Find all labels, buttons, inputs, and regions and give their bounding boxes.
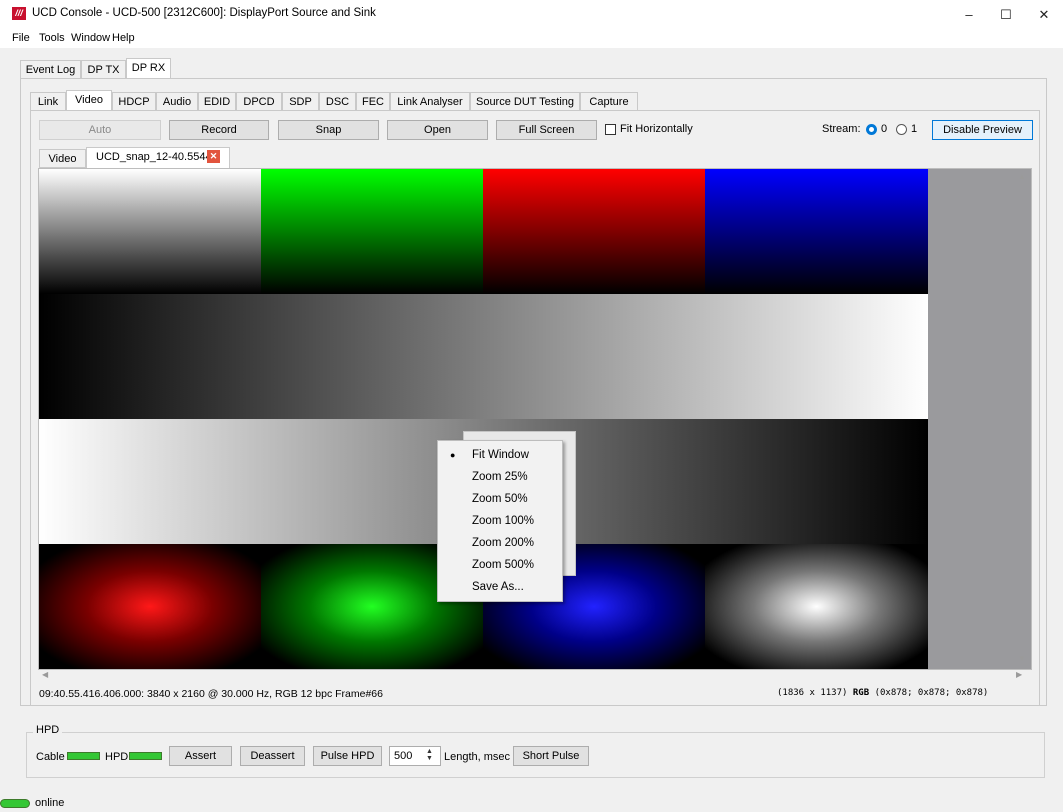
tab-dpcd[interactable]: DPCD: [236, 92, 282, 111]
tab-source-dut-testing[interactable]: Source DUT Testing: [470, 92, 580, 111]
fit-horizontally-checkbox[interactable]: [605, 124, 616, 135]
menu-zoom-200[interactable]: Zoom 200%: [438, 532, 562, 554]
online-indicator-icon: [0, 799, 30, 808]
tab-fec[interactable]: FEC: [356, 92, 390, 111]
app-logo-icon: ///: [12, 7, 26, 20]
snap-button[interactable]: Snap: [278, 120, 379, 140]
menu-help[interactable]: Help: [112, 32, 135, 44]
pixel-info: (1836 x 1137) RGB (0x878; 0x878; 0x878): [777, 688, 988, 698]
tab-link[interactable]: Link: [30, 92, 66, 111]
tab-link-analyser[interactable]: Link Analyser: [390, 92, 470, 111]
snap-tab-label: UCD_snap_12-40.55440: [96, 151, 218, 163]
window-title: UCD Console - UCD-500 [2312C600]: Displa…: [32, 7, 376, 19]
open-button[interactable]: Open: [387, 120, 488, 140]
menu-tools[interactable]: Tools: [39, 32, 65, 44]
tab-dsc[interactable]: DSC: [319, 92, 356, 111]
tab-hdcp[interactable]: HDCP: [112, 92, 156, 111]
deassert-button[interactable]: Deassert: [240, 746, 305, 766]
maximize-icon[interactable]: ☐: [988, 0, 1024, 30]
scroll-left-icon[interactable]: ◀: [42, 670, 48, 679]
menu-zoom-50[interactable]: Zoom 50%: [438, 488, 562, 510]
length-spinbox[interactable]: 500: [389, 746, 441, 766]
scroll-right-icon[interactable]: ▶: [1016, 670, 1022, 679]
stream-0-radio[interactable]: [866, 124, 877, 135]
length-value: 500: [394, 750, 413, 762]
horizontal-scrollbar[interactable]: [38, 670, 1032, 682]
frame-info-text: 09:40.55.416.406.000: 3840 x 2160 @ 30.0…: [39, 688, 383, 700]
disable-preview-button[interactable]: Disable Preview: [932, 120, 1033, 140]
tab-edid[interactable]: EDID: [198, 92, 236, 111]
tab-dp-rx[interactable]: DP RX: [126, 58, 171, 79]
tab-capture[interactable]: Capture: [580, 92, 638, 111]
pixel-coords: (1836 x 1137): [777, 688, 848, 698]
menu-save-as[interactable]: Save As...: [438, 576, 562, 598]
tab-preview-video[interactable]: Video: [39, 149, 86, 168]
pulse-hpd-button[interactable]: Pulse HPD: [313, 746, 382, 766]
fit-horizontally-label: Fit Horizontally: [620, 123, 693, 135]
assert-button[interactable]: Assert: [169, 746, 232, 766]
menu-zoom-100[interactable]: Zoom 100%: [438, 510, 562, 532]
record-button[interactable]: Record: [169, 120, 269, 140]
short-pulse-button[interactable]: Short Pulse: [513, 746, 589, 766]
pixel-values: (0x878; 0x878; 0x878): [874, 688, 989, 698]
hpd-label: HPD: [105, 751, 129, 763]
stream-label: Stream:: [822, 123, 861, 135]
menu-bar: [0, 30, 1063, 48]
context-menu: ● Fit Window Zoom 25% Zoom 50% Zoom 100%…: [437, 440, 563, 602]
auto-button[interactable]: Auto: [39, 120, 161, 140]
length-label: Length, msec: [444, 751, 511, 763]
tab-audio[interactable]: Audio: [156, 92, 198, 111]
menu-zoom-25[interactable]: Zoom 25%: [438, 466, 562, 488]
close-snap-icon[interactable]: ✕: [207, 150, 220, 163]
stream-1-label: 1: [911, 123, 918, 135]
hpd-group-title: HPD: [33, 724, 63, 736]
stream-1-radio[interactable]: [896, 124, 907, 135]
menu-zoom-500[interactable]: Zoom 500%: [438, 554, 562, 576]
selected-dot-icon: ●: [450, 450, 456, 460]
menu-window[interactable]: Window: [71, 32, 110, 44]
cable-led: [67, 752, 100, 760]
scroll-up-icon[interactable]: ▲: [1018, 172, 1026, 181]
pixel-mode: RGB: [852, 688, 870, 698]
tab-sdp[interactable]: SDP: [282, 92, 319, 111]
hpd-led: [129, 752, 162, 760]
menu-fit-window[interactable]: ● Fit Window: [438, 444, 562, 466]
stream-0-label: 0: [881, 123, 888, 135]
menu-file[interactable]: File: [12, 32, 30, 44]
full-screen-button[interactable]: Full Screen: [496, 120, 597, 140]
minimize-icon[interactable]: –: [951, 0, 987, 30]
spinner-arrows-icon[interactable]: ▲ ▼: [426, 748, 433, 762]
online-status: online: [35, 797, 65, 809]
cable-label: Cable: [36, 751, 65, 763]
tab-video[interactable]: Video: [66, 90, 112, 111]
tab-dp-tx[interactable]: DP TX: [81, 60, 126, 79]
close-icon[interactable]: ✕: [1026, 0, 1062, 30]
scroll-down-icon[interactable]: ▼: [1018, 654, 1026, 663]
tab-event-log[interactable]: Event Log: [20, 60, 81, 79]
